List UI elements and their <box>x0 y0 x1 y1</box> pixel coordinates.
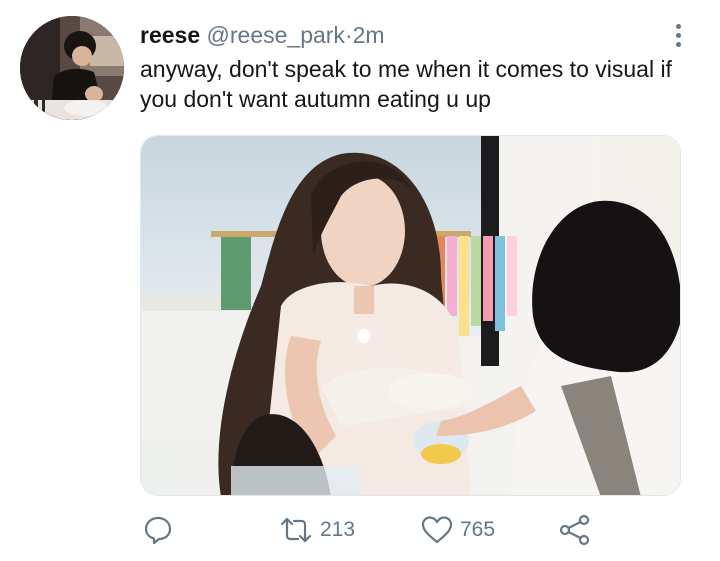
share-button[interactable] <box>558 510 592 550</box>
more-vertical-icon[interactable] <box>664 18 692 52</box>
tweet-card: reese @reese_park·2m anyway, don't speak… <box>0 0 720 561</box>
retweet-button[interactable]: 213 <box>278 510 355 550</box>
reply-button[interactable] <box>142 510 180 550</box>
display-name[interactable]: reese <box>140 22 200 48</box>
user-handle[interactable]: @reese_park <box>207 22 345 48</box>
heart-icon <box>420 514 454 546</box>
tweet-actions: 213 765 <box>0 510 720 550</box>
tweet-text: anyway, don't speak to me when it comes … <box>140 56 672 112</box>
retweet-count: 213 <box>320 518 356 541</box>
tweet-media-image[interactable] <box>140 135 681 496</box>
share-icon <box>558 513 592 547</box>
like-count: 765 <box>460 518 496 541</box>
retweet-icon <box>278 514 314 546</box>
like-button[interactable]: 765 <box>420 510 495 550</box>
timestamp[interactable]: 2m <box>353 22 385 48</box>
tweet-header: reese @reese_park·2m <box>140 21 385 49</box>
separator-dot: · <box>344 22 353 48</box>
reply-icon <box>142 514 174 546</box>
avatar[interactable] <box>20 16 124 120</box>
